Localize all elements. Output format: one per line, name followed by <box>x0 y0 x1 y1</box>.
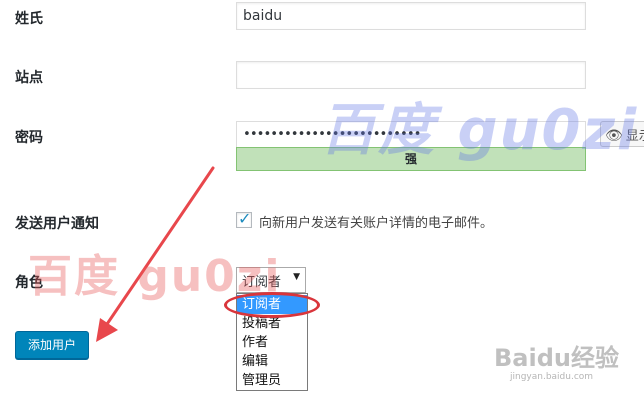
watermark-right: 百度 gu0zi <box>320 98 639 163</box>
baidu-url: jingyan.baidu.com <box>510 372 594 382</box>
watermark-left: 百度 gu0zi <box>28 251 282 302</box>
baidu-logo: Baidu经验 <box>494 344 619 372</box>
